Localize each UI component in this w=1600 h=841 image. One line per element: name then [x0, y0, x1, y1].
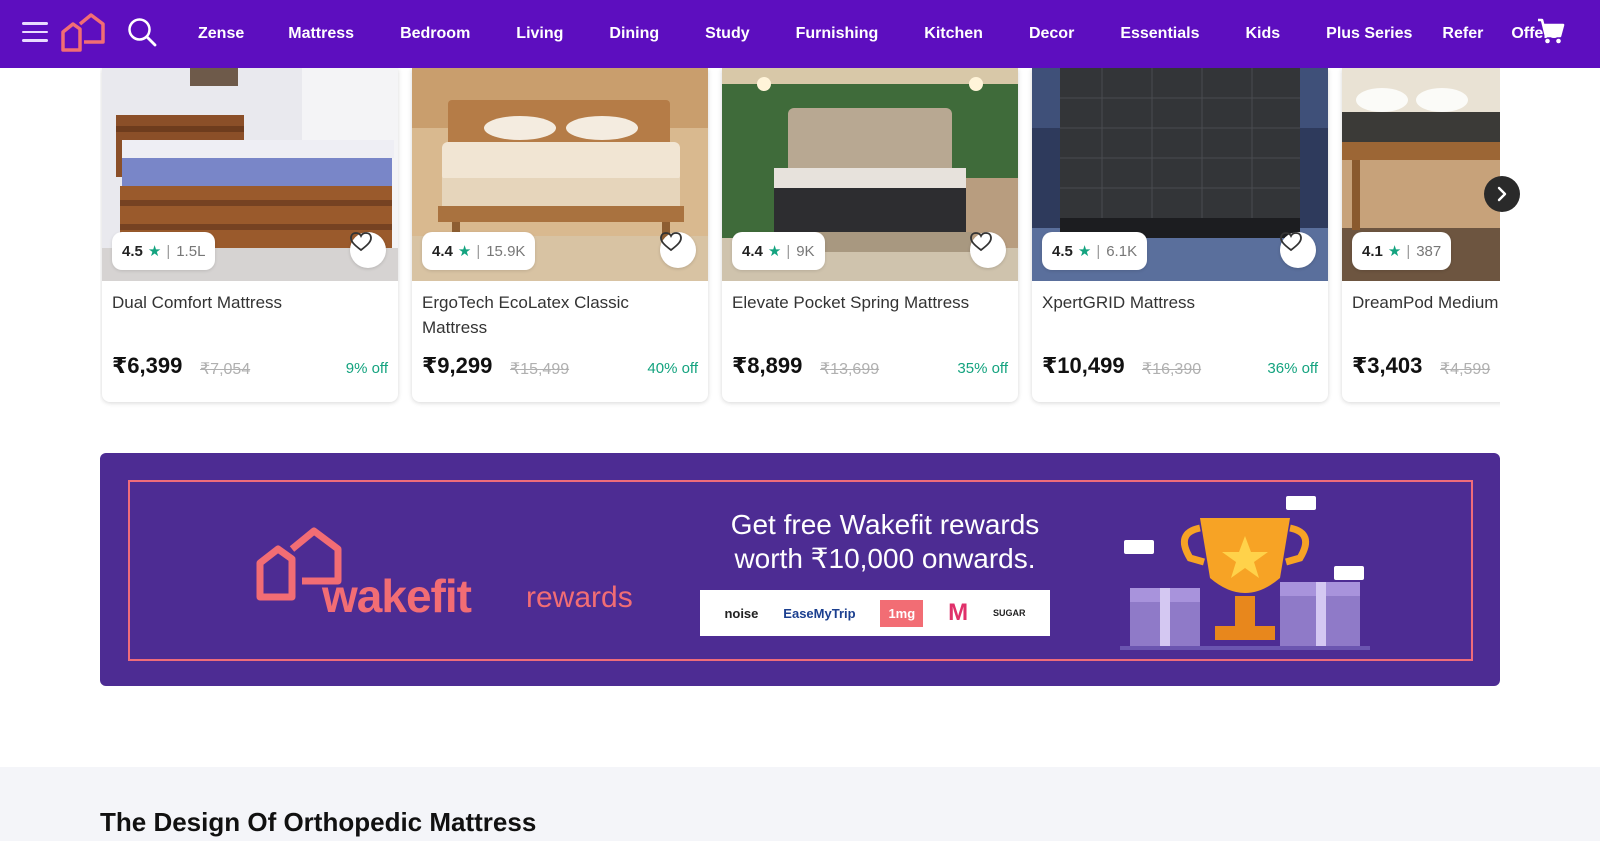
nav-link-bedroom[interactable]: Bedroom — [400, 25, 470, 43]
product-mrp: ₹16,390 — [1142, 361, 1202, 378]
product-image[interactable]: 4.5 ★ | 6.1K — [1032, 68, 1328, 281]
product-image[interactable]: 4.1 ★ | 387 — [1342, 68, 1500, 281]
discount-label: 35% off — [957, 360, 1008, 377]
nav-link-living[interactable]: Living — [516, 25, 563, 43]
product-price: ₹8,899 — [732, 353, 803, 378]
partner-myntra-logo: M — [948, 599, 969, 626]
review-count: 387 — [1416, 242, 1442, 260]
product-name[interactable]: XpertGRID Mattress — [1042, 290, 1312, 315]
nav-link-dining[interactable]: Dining — [609, 25, 659, 43]
product-price: ₹6,399 — [112, 353, 183, 378]
rating-divider: | — [166, 242, 171, 260]
product-mrp: ₹4,599 — [1440, 361, 1491, 378]
discount-label: 40% off — [647, 360, 698, 377]
rating-value: 4.4 — [432, 242, 453, 260]
rating-badge: 4.5 ★ | 1.5L — [112, 232, 216, 270]
partner-logos: noise EaseMyTrip 1mg M SUGAR — [700, 590, 1050, 636]
section-title: The Design Of Orthopedic Mattress — [100, 807, 537, 837]
wishlist-heart-icon[interactable] — [1280, 232, 1316, 268]
hamburger-menu-icon[interactable] — [22, 22, 48, 44]
rating-divider: | — [1096, 242, 1101, 260]
review-count: 6.1K — [1106, 242, 1138, 260]
product-price: ₹3,403 — [1352, 353, 1423, 378]
rating-badge: 4.1 ★ | 387 — [1352, 232, 1452, 270]
rating-divider: | — [1406, 242, 1411, 260]
nav-link-zense[interactable]: Zense — [198, 25, 244, 43]
partner-1mg-logo: 1mg — [880, 599, 924, 627]
wakefit-logo-icon[interactable] — [60, 12, 106, 52]
review-count: 9K — [796, 242, 815, 260]
product-name[interactable]: DreamPod Medium Mattress — [1352, 290, 1500, 315]
rating-value: 4.1 — [1362, 242, 1383, 260]
nav-links: Zense Mattress Bedroom Living Dining Stu… — [176, 0, 1558, 68]
discount-label: 9% off — [345, 360, 388, 377]
product-price: ₹9,299 — [422, 353, 493, 378]
product-name[interactable]: Elevate Pocket Spring Mattress — [732, 290, 1002, 315]
rating-value: 4.5 — [1052, 242, 1073, 260]
nav-link-plus-series[interactable]: Plus Series — [1326, 25, 1412, 43]
rating-badge: 4.4 ★ | 9K — [732, 232, 825, 270]
product-name[interactable]: Dual Comfort Mattress — [112, 290, 382, 315]
search-icon[interactable] — [126, 16, 158, 48]
partner-noise-logo: noise — [724, 605, 759, 621]
review-count: 1.5L — [176, 242, 206, 260]
product-image[interactable]: 4.5 ★ | 1.5L — [102, 68, 398, 281]
rating-value: 4.4 — [742, 242, 763, 260]
carousel-edge-mask — [1500, 68, 1600, 408]
banner-brand: wakefit — [322, 570, 472, 622]
nav-link-refer[interactable]: Refer — [1442, 25, 1483, 43]
partner-sugar-logo: SUGAR — [992, 608, 1026, 618]
top-navbar: Zense Mattress Bedroom Living Dining Stu… — [0, 0, 1600, 68]
rating-value: 4.5 — [122, 242, 143, 260]
nav-link-furnishing[interactable]: Furnishing — [796, 25, 879, 43]
product-image[interactable]: 4.4 ★ | 15.9K — [412, 68, 708, 281]
banner-brand-sub: rewards — [526, 581, 633, 614]
product-card[interactable]: 4.4 ★ | 15.9K ErgoTech EcoLatex Classic … — [412, 68, 708, 402]
product-mrp: ₹7,054 — [200, 361, 251, 378]
nav-link-essentials[interactable]: Essentials — [1120, 25, 1199, 43]
rating-badge: 4.4 ★ | 15.9K — [422, 232, 536, 270]
orthopedic-design-section: The Design Of Orthopedic Mattress — [0, 767, 1600, 841]
product-name[interactable]: ErgoTech EcoLatex Classic Mattress — [422, 290, 692, 340]
wishlist-heart-icon[interactable] — [350, 232, 386, 268]
rating-divider: | — [476, 242, 481, 260]
rewards-banner[interactable]: wakefit rewards Get free Wakefit rewards… — [100, 453, 1500, 686]
carousel-next-button[interactable] — [1484, 176, 1520, 212]
product-card[interactable]: 4.5 ★ | 6.1K XpertGRID Mattress ₹10,499 … — [1032, 68, 1328, 402]
trophy-gifts-illustration — [1120, 496, 1370, 650]
banner-headline: Get free Wakefit rewards worth ₹10,000 o… — [730, 509, 1040, 574]
nav-link-kids[interactable]: Kids — [1245, 25, 1280, 43]
star-icon: ★ — [1387, 243, 1402, 260]
product-card[interactable]: 4.4 ★ | 9K Elevate Pocket Spring Mattres… — [722, 68, 1018, 402]
nav-link-kitchen[interactable]: Kitchen — [924, 25, 983, 43]
rating-divider: | — [786, 242, 791, 260]
cart-icon[interactable] — [1536, 16, 1566, 46]
product-price: ₹10,499 — [1042, 353, 1125, 378]
nav-link-decor[interactable]: Decor — [1029, 25, 1074, 43]
product-image[interactable]: 4.4 ★ | 9K — [722, 68, 1018, 281]
wishlist-heart-icon[interactable] — [660, 232, 696, 268]
review-count: 15.9K — [486, 242, 526, 260]
chevron-right-icon — [1497, 186, 1507, 202]
nav-link-study[interactable]: Study — [705, 25, 749, 43]
wishlist-heart-icon[interactable] — [970, 232, 1006, 268]
product-card[interactable]: 4.1 ★ | 387 DreamPod Medium Mattress ₹3,… — [1342, 68, 1500, 402]
discount-label: 36% off — [1267, 360, 1318, 377]
star-icon: ★ — [457, 243, 472, 260]
product-mrp: ₹15,499 — [510, 361, 570, 378]
product-carousel: 4.5 ★ | 1.5L Dual Comfort Mattress ₹6,39… — [100, 68, 1500, 408]
star-icon: ★ — [147, 243, 162, 260]
star-icon: ★ — [1077, 243, 1092, 260]
product-card[interactable]: 4.5 ★ | 1.5L Dual Comfort Mattress ₹6,39… — [102, 68, 398, 402]
rating-badge: 4.5 ★ | 6.1K — [1042, 232, 1148, 270]
nav-link-mattress[interactable]: Mattress — [288, 25, 354, 43]
product-mrp: ₹13,699 — [820, 361, 880, 378]
star-icon: ★ — [767, 243, 782, 260]
partner-easemytrip-logo: EaseMyTrip — [783, 605, 856, 621]
